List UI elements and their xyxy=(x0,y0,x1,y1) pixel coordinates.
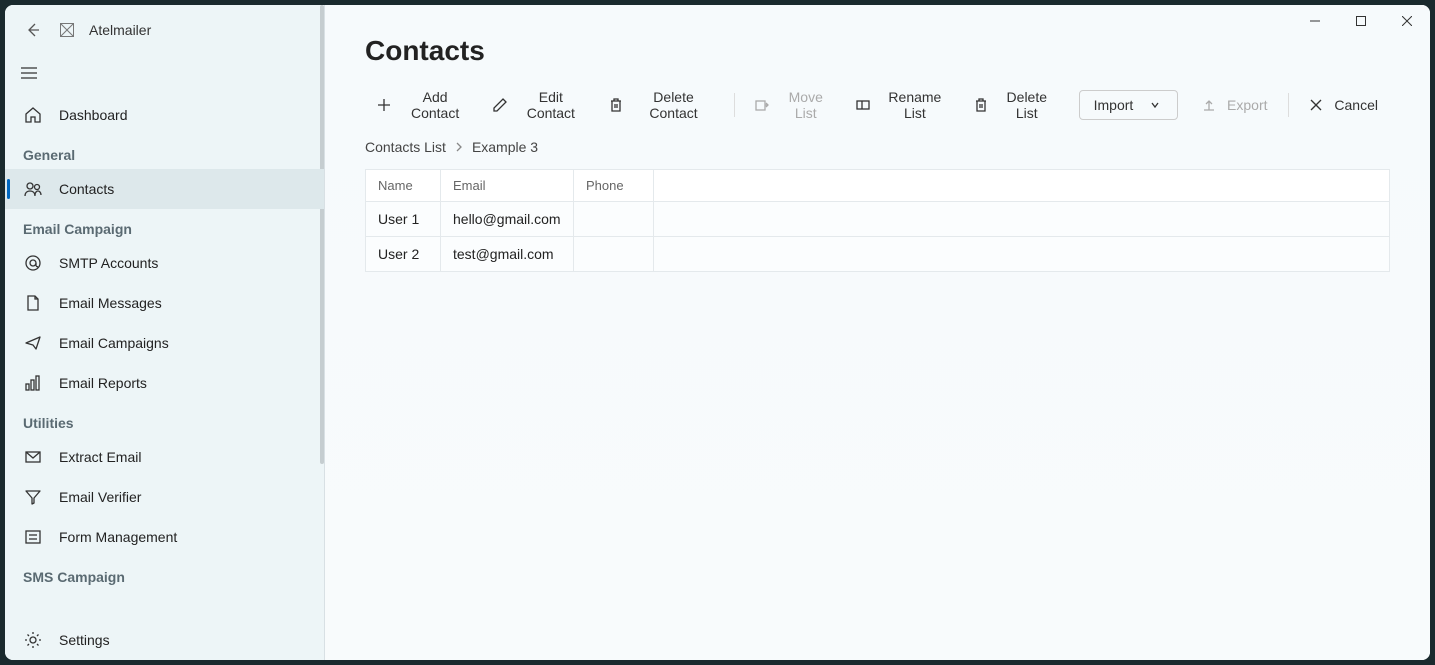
app-logo-icon xyxy=(59,22,75,38)
toolbar-label: Export xyxy=(1227,97,1267,113)
toolbar-divider xyxy=(1288,93,1289,117)
sidebar-item-settings[interactable]: Settings xyxy=(5,620,324,660)
sidebar-section-email-campaign: Email Campaign xyxy=(5,209,324,243)
table-row[interactable]: User 2 test@gmail.com xyxy=(366,237,1390,272)
rename-list-button[interactable]: Rename List xyxy=(844,83,961,127)
sidebar-item-label: Email Reports xyxy=(59,375,147,391)
edit-contact-button[interactable]: Edit Contact xyxy=(481,83,596,127)
hamburger-icon xyxy=(21,66,37,84)
toolbar-label: Delete Contact xyxy=(633,89,715,121)
table-header-phone[interactable]: Phone xyxy=(574,170,654,202)
table-cell-name: User 2 xyxy=(366,237,441,272)
window-controls xyxy=(1292,5,1430,37)
sidebar-item-email-verifier[interactable]: Email Verifier xyxy=(5,477,324,517)
sidebar-item-label: Email Verifier xyxy=(59,489,141,505)
breadcrumb: Contacts List Example 3 xyxy=(325,125,1430,169)
bar-chart-icon xyxy=(23,373,43,393)
menu-toggle-button[interactable] xyxy=(5,55,324,95)
toolbar-label: Rename List xyxy=(880,89,949,121)
table-cell-phone xyxy=(574,202,654,237)
breadcrumb-current: Example 3 xyxy=(472,139,538,155)
rename-icon xyxy=(856,97,870,113)
sidebar-item-label: Settings xyxy=(59,632,110,648)
cancel-button[interactable]: Cancel xyxy=(1296,91,1390,119)
toolbar: Add Contact Edit Contact Delete Contact xyxy=(325,85,1430,125)
app-window: Atelmailer Dashboard General Contacts Em… xyxy=(5,5,1430,660)
pencil-icon xyxy=(493,97,507,113)
funnel-icon xyxy=(23,487,43,507)
sidebar-item-contacts[interactable]: Contacts xyxy=(5,169,324,209)
toolbar-label: Import xyxy=(1094,97,1134,113)
delete-list-button[interactable]: Delete List xyxy=(962,83,1068,127)
table-cell-email: test@gmail.com xyxy=(441,237,574,272)
at-icon xyxy=(23,253,43,273)
sidebar-item-email-reports[interactable]: Email Reports xyxy=(5,363,324,403)
back-button[interactable] xyxy=(21,18,45,42)
close-icon xyxy=(1308,97,1324,113)
import-button[interactable]: Import xyxy=(1079,90,1179,120)
sidebar-section-general: General xyxy=(5,135,324,169)
send-icon xyxy=(23,333,43,353)
move-icon xyxy=(755,97,769,113)
sidebar-section-utilities: Utilities xyxy=(5,403,324,437)
main-content: Contacts Add Contact Edit Contact Delete… xyxy=(325,5,1430,660)
sidebar-item-email-campaigns[interactable]: Email Campaigns xyxy=(5,323,324,363)
home-icon xyxy=(23,105,43,125)
table-cell-email: hello@gmail.com xyxy=(441,202,574,237)
window-maximize-button[interactable] xyxy=(1338,5,1384,37)
sidebar-item-email-messages[interactable]: Email Messages xyxy=(5,283,324,323)
move-list-button: Move List xyxy=(743,83,844,127)
contacts-icon xyxy=(23,179,43,199)
sidebar-item-smtp-accounts[interactable]: SMTP Accounts xyxy=(5,243,324,283)
page-title: Contacts xyxy=(325,5,1430,85)
sidebar-item-label: Email Messages xyxy=(59,295,162,311)
toolbar-label: Edit Contact xyxy=(517,89,584,121)
sidebar-item-label: Contacts xyxy=(59,181,114,197)
toolbar-label: Move List xyxy=(779,89,832,121)
sidebar-item-label: Form Management xyxy=(59,529,177,545)
sidebar-item-label: Email Campaigns xyxy=(59,335,169,351)
toolbar-label: Delete List xyxy=(998,89,1056,121)
chevron-right-icon xyxy=(454,139,464,155)
plus-icon xyxy=(377,97,391,113)
contacts-table-container: Name Email Phone User 1 hello@gmail.com xyxy=(325,169,1430,660)
app-title: Atelmailer xyxy=(89,22,151,38)
add-contact-button[interactable]: Add Contact xyxy=(365,83,481,127)
table-cell-phone xyxy=(574,237,654,272)
toolbar-divider xyxy=(734,93,735,117)
sidebar-item-form-management[interactable]: Form Management xyxy=(5,517,324,557)
table-header-name[interactable]: Name xyxy=(366,170,441,202)
window-close-button[interactable] xyxy=(1384,5,1430,37)
sidebar-item-dashboard[interactable]: Dashboard xyxy=(5,95,324,135)
sidebar: Atelmailer Dashboard General Contacts Em… xyxy=(5,5,325,660)
export-icon xyxy=(1201,97,1217,113)
table-cell-name: User 1 xyxy=(366,202,441,237)
chevron-down-icon xyxy=(1147,97,1163,113)
toolbar-label: Cancel xyxy=(1334,97,1378,113)
trash-icon xyxy=(608,97,622,113)
sidebar-item-label: Dashboard xyxy=(59,107,128,123)
sidebar-section-sms-campaign: SMS Campaign xyxy=(5,557,324,591)
table-header-empty xyxy=(654,170,1390,202)
trash-icon xyxy=(974,97,988,113)
table-header-email[interactable]: Email xyxy=(441,170,574,202)
sidebar-item-label: SMTP Accounts xyxy=(59,255,158,271)
sidebar-item-extract-email[interactable]: Extract Email xyxy=(5,437,324,477)
window-minimize-button[interactable] xyxy=(1292,5,1338,37)
table-header-row: Name Email Phone xyxy=(366,170,1390,202)
table-cell-empty xyxy=(654,202,1390,237)
gear-icon xyxy=(23,630,43,650)
delete-contact-button[interactable]: Delete Contact xyxy=(596,83,726,127)
contacts-table: Name Email Phone User 1 hello@gmail.com xyxy=(365,169,1390,272)
export-button: Export xyxy=(1189,91,1279,119)
sidebar-header: Atelmailer xyxy=(5,5,324,55)
envelope-icon xyxy=(23,447,43,467)
form-icon xyxy=(23,527,43,547)
toolbar-label: Add Contact xyxy=(401,89,469,121)
document-icon xyxy=(23,293,43,313)
table-row[interactable]: User 1 hello@gmail.com xyxy=(366,202,1390,237)
breadcrumb-root[interactable]: Contacts List xyxy=(365,139,446,155)
sidebar-item-label: Extract Email xyxy=(59,449,141,465)
table-cell-empty xyxy=(654,237,1390,272)
